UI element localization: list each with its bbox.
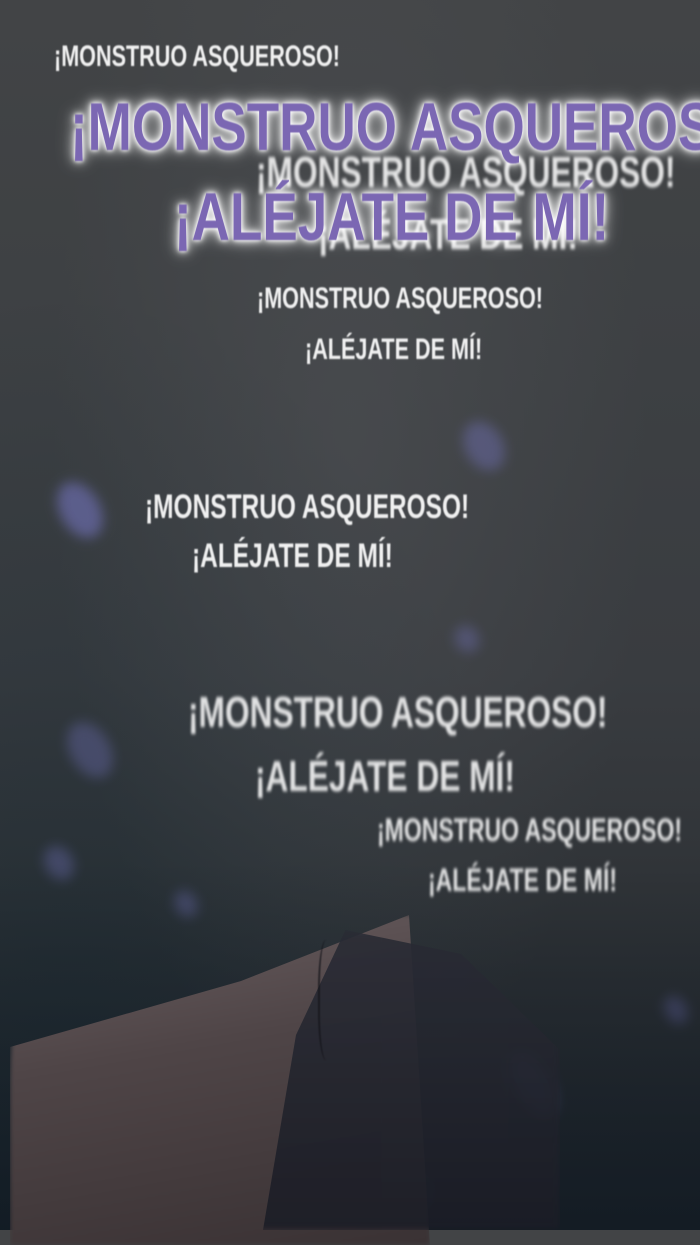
echo-text-3-line1: ¡MONSTRUO ASQUEROSO! — [257, 282, 544, 315]
echo-text-4-line1: ¡MONSTRUO ASQUEROSO! — [145, 488, 470, 526]
echo-text-3-line2: ¡ALÉJATE DE MÍ! — [305, 333, 483, 366]
echo-text-1-line1: ¡MONSTRUO ASQUEROSO! — [54, 40, 341, 73]
echo-text-6-line1: ¡MONSTRUO ASQUEROSO! — [377, 812, 683, 848]
echo-text-6-line2: ¡ALÉJATE DE MÍ! — [428, 862, 618, 898]
echo-text-4-line2: ¡ALÉJATE DE MÍ! — [192, 537, 393, 575]
hair-strand — [318, 940, 338, 1060]
headline-line2: ¡ALÉJATE DE MÍ! — [174, 179, 610, 255]
headline-line1: ¡MONSTRUO ASQUEROSO! — [70, 89, 700, 165]
echo-text-5-line2: ¡ALÉJATE DE MÍ! — [255, 752, 515, 801]
echo-text-5-line1: ¡MONSTRUO ASQUEROSO! — [188, 688, 608, 737]
